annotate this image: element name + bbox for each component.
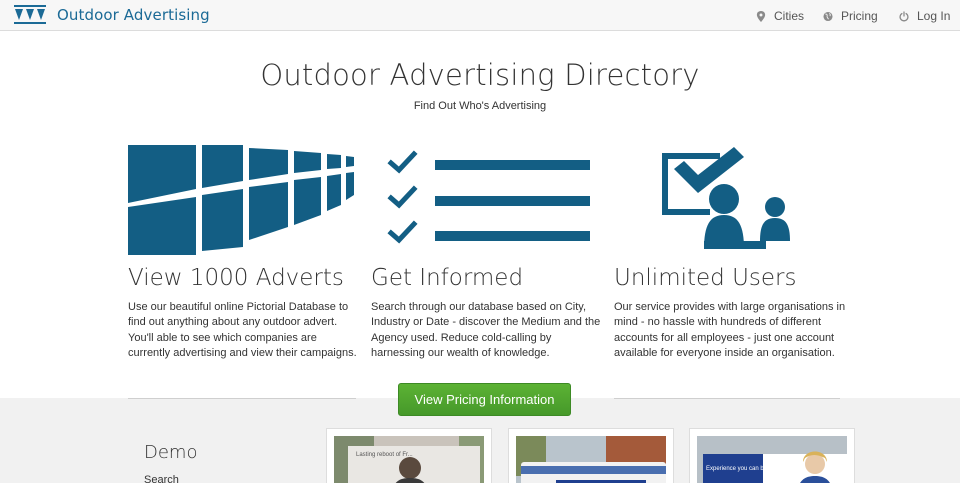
brand-link[interactable]: Outdoor Advertising (14, 5, 210, 25)
feature-unlimited-users: Unlimited Users Our service provides wit… (614, 145, 846, 361)
feature-title: Get Informed (371, 265, 524, 291)
nav-login-label: Log In (917, 9, 951, 23)
divider (128, 398, 356, 399)
globe-icon (823, 11, 833, 21)
checklist-icon (387, 150, 590, 244)
advert-thumbnail-icon (516, 436, 666, 483)
view-pricing-button[interactable]: View Pricing Information (398, 383, 571, 416)
advert-thumbnail-icon: Experience you can bank on (697, 436, 847, 483)
nav-pricing-label: Pricing (841, 9, 878, 23)
nav-login[interactable]: Log In (899, 7, 950, 25)
advert-thumbnail[interactable]: Experience you can bank on (689, 428, 855, 483)
page-title: Outdoor Advertising Directory (260, 58, 700, 92)
feature-description: Search through our database based on Cit… (371, 301, 601, 359)
demo-search-link[interactable]: Search (144, 474, 179, 483)
feature-title: View 1000 Adverts (128, 265, 344, 291)
feature-get-informed: Get Informed Search through our database… (371, 145, 603, 361)
page-subtitle: Find Out Who's Advertising (413, 100, 547, 112)
map-pin-icon (756, 10, 766, 22)
nav-pricing[interactable]: Pricing (823, 7, 878, 25)
demo-heading: Demo (144, 442, 198, 463)
nav-cities[interactable]: Cities (756, 7, 804, 25)
feature-description: Use our beautiful online Pictorial Datab… (128, 301, 357, 359)
divider (614, 398, 840, 399)
advert-thumbnail[interactable] (508, 428, 674, 483)
brand-logo-icon (14, 5, 46, 24)
feature-view-adverts: View 1000 Adverts Use our beautiful onli… (128, 145, 360, 361)
top-navbar: Outdoor Advertising Cities Pricing Log I… (0, 0, 960, 31)
thumbnail-caption: Lasting reboot of Fr... (356, 452, 413, 458)
users-check-icon (662, 147, 790, 249)
brand-name: Outdoor Advertising (57, 6, 210, 24)
advert-thumbnail[interactable]: Lasting reboot of Fr... (326, 428, 492, 483)
thumbnail-caption: Experience you can bank on (706, 466, 782, 472)
nav-cities-label: Cities (774, 9, 805, 23)
advert-thumbnail-icon: Lasting reboot of Fr... (334, 436, 484, 483)
power-icon (899, 10, 909, 21)
billboard-grid-icon (128, 145, 354, 255)
feature-title: Unlimited Users (614, 265, 797, 291)
feature-description: Our service provides with large organisa… (614, 301, 846, 359)
